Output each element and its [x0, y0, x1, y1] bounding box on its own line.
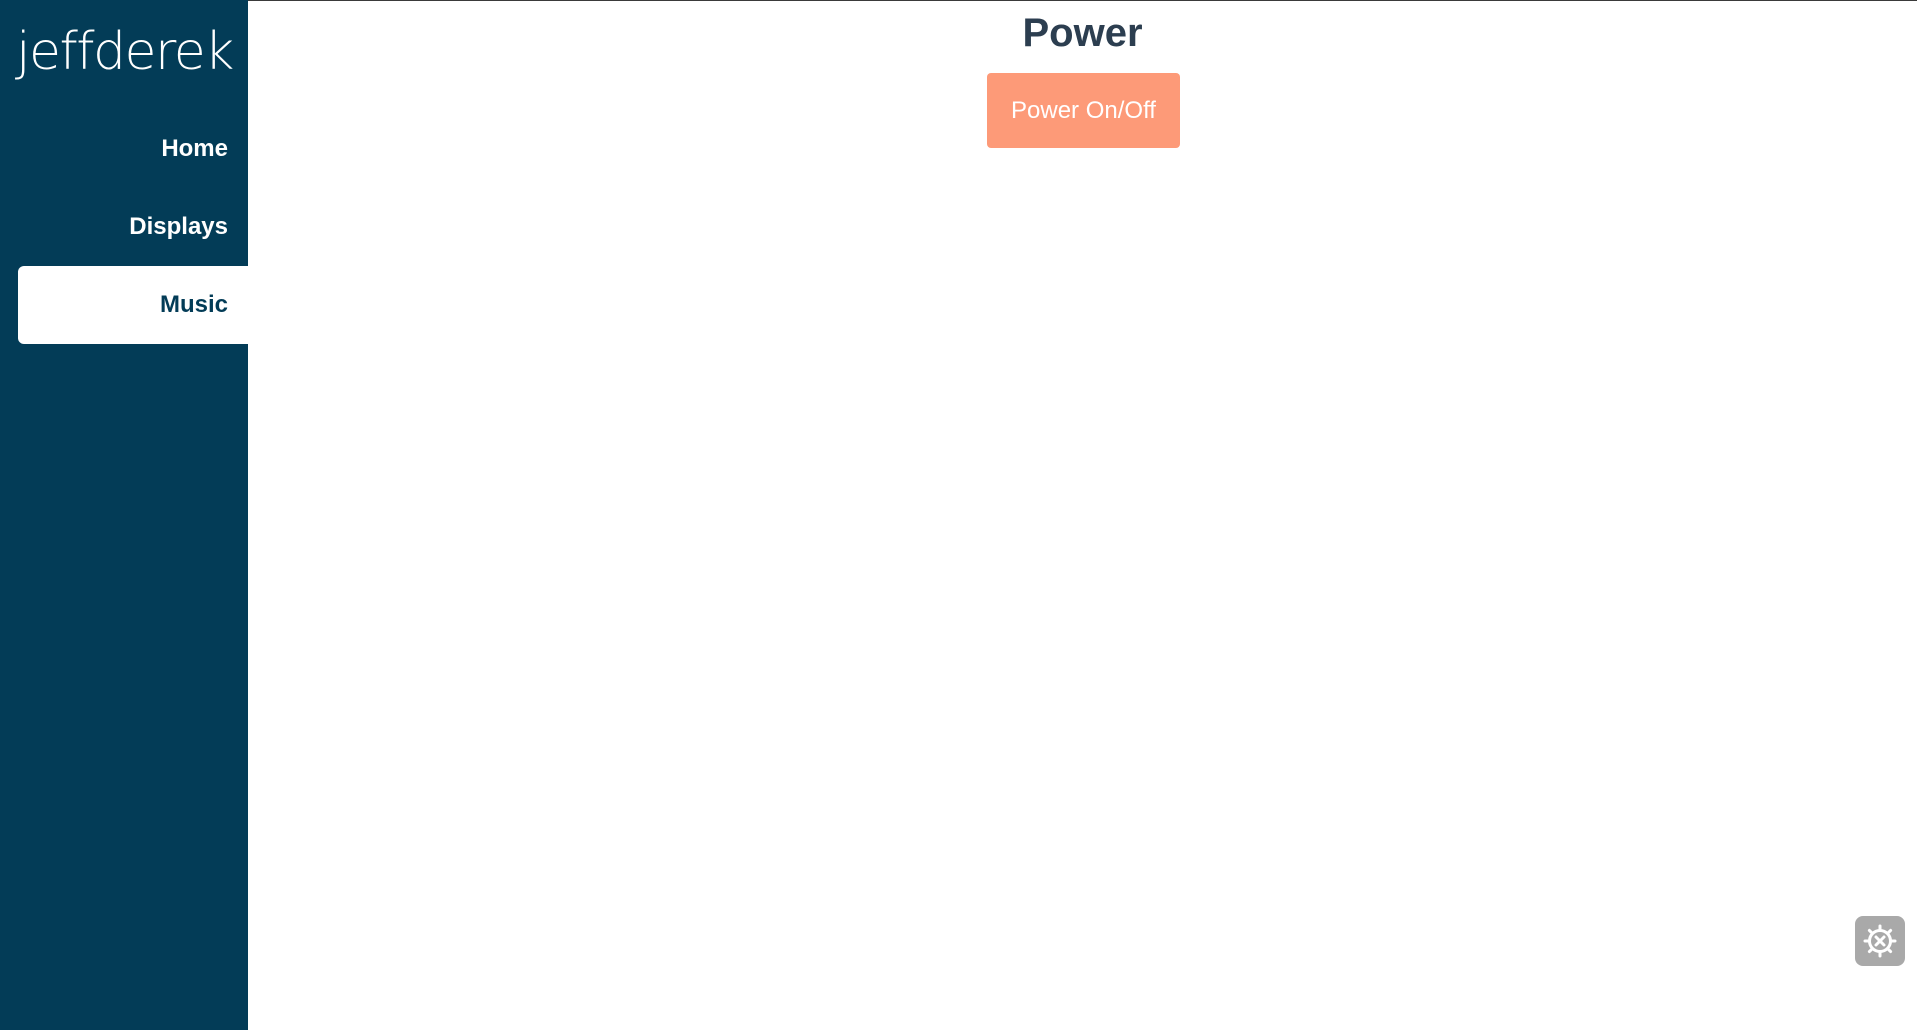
sidebar: jeffderek Home Displays Music	[0, 0, 248, 1030]
page-title: Power	[1022, 11, 1143, 55]
sidebar-item-music[interactable]: Music	[18, 266, 248, 344]
sidebar-item-displays[interactable]: Displays	[18, 188, 248, 266]
main-content: Power Power On/Off	[248, 0, 1917, 1030]
sidebar-item-home[interactable]: Home	[18, 110, 248, 188]
gear-close-icon	[1863, 924, 1897, 958]
brand-logo: jeffderek	[16, 22, 234, 82]
settings-button[interactable]	[1855, 916, 1905, 966]
sidebar-nav: Home Displays Music	[18, 110, 248, 344]
power-toggle-button[interactable]: Power On/Off	[987, 73, 1180, 148]
